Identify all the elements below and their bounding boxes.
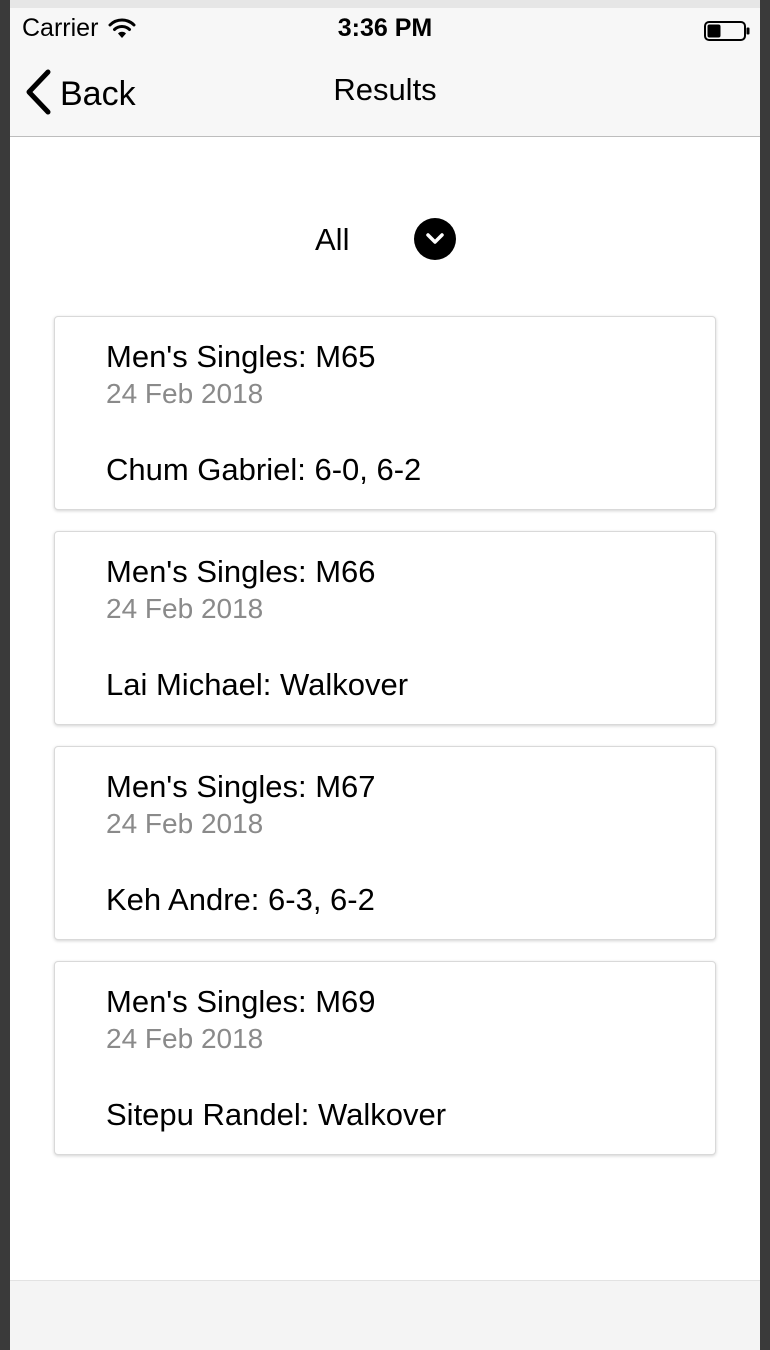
- match-result: Sitepu Randel: Walkover: [106, 1097, 447, 1132]
- bottom-toolbar: [10, 1280, 760, 1350]
- status-time: 3:36 PM: [337, 14, 433, 42]
- match-title: Men's Singles: M67: [106, 769, 376, 804]
- result-card[interactable]: Men's Singles: M67 24 Feb 2018 Keh Andre…: [54, 746, 716, 940]
- match-title: Men's Singles: M66: [106, 554, 376, 589]
- filter-dropdown[interactable]: All: [10, 218, 760, 264]
- match-date: 24 Feb 2018: [106, 808, 264, 839]
- results-list: Men's Singles: M65 24 Feb 2018 Chum Gabr…: [54, 316, 716, 1176]
- match-date: 24 Feb 2018: [106, 593, 264, 624]
- match-result: Keh Andre: 6-3, 6-2: [106, 882, 375, 917]
- battery-icon: [704, 19, 750, 41]
- match-result: Chum Gabriel: 6-0, 6-2: [106, 452, 422, 487]
- navigation-bar: Back Results: [10, 60, 760, 126]
- filter-selected-value: All: [315, 222, 350, 257]
- match-result: Lai Michael: Walkover: [106, 667, 409, 702]
- match-date: 24 Feb 2018: [106, 1023, 264, 1054]
- result-card[interactable]: Men's Singles: M65 24 Feb 2018 Chum Gabr…: [54, 316, 716, 510]
- screen: Carrier 3:36 PM Back Results All Men's S…: [10, 0, 760, 1350]
- match-title: Men's Singles: M65: [106, 339, 376, 374]
- result-card[interactable]: Men's Singles: M69 24 Feb 2018 Sitepu Ra…: [54, 961, 716, 1155]
- status-bar: Carrier 3:36 PM: [10, 12, 760, 46]
- top-edge: [10, 0, 760, 8]
- chevron-down-circle-icon[interactable]: [414, 218, 456, 260]
- page-title: Results: [333, 72, 437, 107]
- match-date: 24 Feb 2018: [106, 378, 264, 409]
- match-title: Men's Singles: M69: [106, 984, 376, 1019]
- result-card[interactable]: Men's Singles: M66 24 Feb 2018 Lai Micha…: [54, 531, 716, 725]
- header: Carrier 3:36 PM Back Results: [10, 0, 760, 137]
